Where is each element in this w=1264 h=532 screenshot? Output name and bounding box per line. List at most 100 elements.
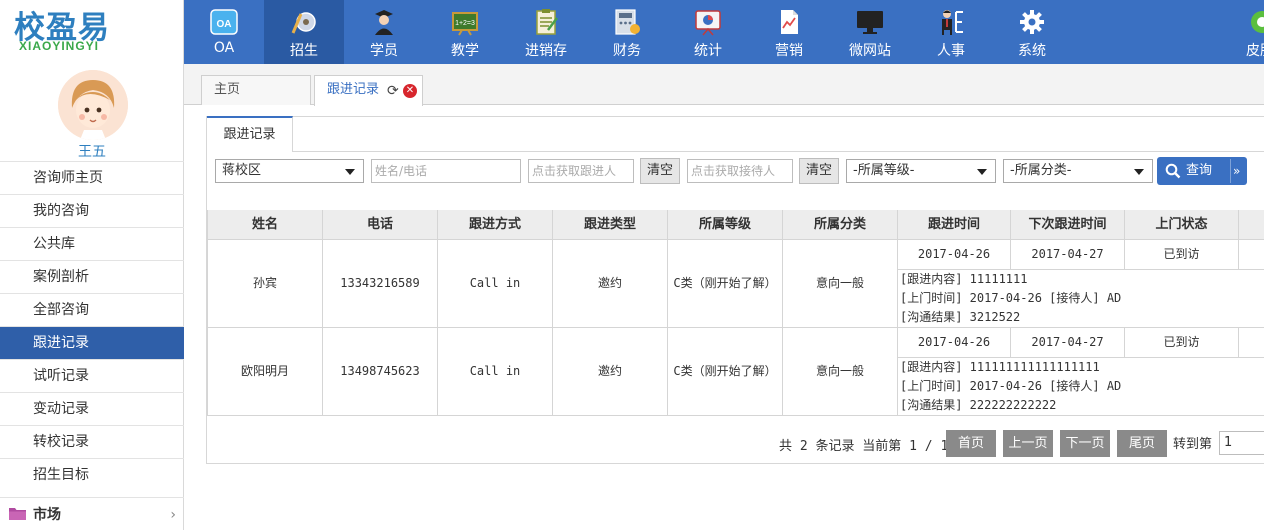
nav-item-finance[interactable]: 财务 [587, 0, 667, 64]
chevron-down-icon [977, 169, 987, 175]
nav-item-label: 学员 [370, 43, 398, 59]
receiver-input[interactable]: 点击获取接待人 [687, 159, 793, 183]
nav-item-label: 微网站 [849, 43, 891, 59]
sidebar-item-follow-records[interactable]: 跟进记录 [0, 326, 184, 359]
follow-detail-visit: [上门时间] 2017-04-26 [接待人] AD [900, 379, 1122, 393]
table-cell-name: 欧阳明月 [207, 328, 323, 416]
nav-item-teaching[interactable]: 1+2=3 教学 [425, 0, 505, 64]
personnel-icon [942, 10, 963, 35]
table-header-follow-time: 跟进时间 [898, 210, 1011, 240]
page-tab-label: 跟进记录 [327, 82, 380, 97]
table-cell-category: 意向一般 [783, 328, 898, 416]
name-phone-input[interactable]: 姓名/电话 [371, 159, 521, 183]
clear-receiver-button[interactable]: 清空 [799, 158, 839, 184]
page-tab-bar: 主页 跟进记录 ⟳ ✕ [184, 64, 1264, 106]
user-name[interactable]: 王五 [0, 141, 184, 161]
sidebar: 校盈易 XIAOYINGYI 王五 咨询师主页 我的咨询 公共库 案例剖析 全部… [0, 0, 184, 530]
table-cell-level: C类（刚开始了解） [668, 240, 783, 328]
nav-item-marketing[interactable]: 营销 [749, 0, 829, 64]
chevron-right-icon: › [170, 507, 176, 523]
table-cell-type: 邀约 [553, 240, 668, 328]
table-header-visit-status: 上门状态 [1125, 210, 1239, 240]
nav-item-student[interactable]: 学员 [344, 0, 424, 64]
svg-text:OA: OA [217, 19, 232, 30]
table-cell-type: 邀约 [553, 328, 668, 416]
follow-detail-content: [跟进内容] 11111111 [900, 272, 1028, 286]
brand-logo[interactable]: 校盈易 XIAOYINGYI [0, 0, 184, 64]
nav-item-personnel[interactable]: 人事 [911, 0, 991, 64]
table-cell-next-time: 2017-04-27 [1011, 328, 1125, 358]
sidebar-item-enroll-target[interactable]: 招生目标 [0, 458, 184, 491]
table-cell-follow-time: 2017-04-26 [898, 328, 1011, 358]
nav-item-label: 财务 [613, 43, 641, 59]
table-header-category: 所属分类 [783, 210, 898, 240]
table-cell-follow-time: 2017-04-26 [898, 240, 1011, 270]
nav-item-recruit[interactable]: 招生 [264, 0, 344, 64]
close-icon[interactable]: ✕ [403, 84, 417, 98]
table-header-extra [1239, 210, 1264, 240]
page-tab-home[interactable]: 主页 [201, 75, 311, 105]
sidebar-section-market[interactable]: 市场 › [0, 497, 184, 531]
sidebar-section-label: 市场 [33, 507, 61, 523]
table-cell-visit-status: 已到访 [1125, 240, 1239, 270]
category-select[interactable]: -所属分类- [1003, 159, 1153, 183]
nav-item-statistics[interactable]: 统计 [668, 0, 748, 64]
marketing-icon [781, 10, 798, 34]
prev-page-button[interactable]: 上一页 [1003, 430, 1053, 457]
sidebar-item-my-consult[interactable]: 我的咨询 [0, 194, 184, 227]
chevron-down-icon [345, 169, 355, 175]
clear-follower-button[interactable]: 清空 [640, 158, 680, 184]
monitor-icon [857, 11, 883, 34]
student-icon [375, 10, 393, 35]
follower-input[interactable]: 点击获取跟进人 [528, 159, 634, 183]
next-page-button[interactable]: 下一页 [1060, 430, 1110, 457]
goto-page-input[interactable]: 1 [1219, 431, 1264, 455]
table-cell-method: Call in [438, 328, 553, 416]
refresh-icon[interactable]: ⟳ [387, 77, 399, 105]
avatar[interactable] [58, 70, 128, 140]
campus-select-value: 蒋校区 [222, 163, 262, 178]
sidebar-item-change-records[interactable]: 变动记录 [0, 392, 184, 425]
last-page-button[interactable]: 尾页 [1117, 430, 1167, 457]
nav-item-label: 人事 [937, 43, 965, 59]
oa-icon: OA [210, 9, 238, 35]
query-button-label: 查询 [1186, 163, 1213, 178]
query-button[interactable]: 查询 » [1157, 157, 1247, 185]
nav-item-label: 统计 [694, 43, 722, 59]
table-header-name: 姓名 [207, 210, 323, 240]
table-cell-level: C类（刚开始了解） [668, 328, 783, 416]
table-header-type: 跟进类型 [553, 210, 668, 240]
nav-item-label: 系统 [1018, 43, 1046, 59]
sidebar-item-transfer-records[interactable]: 转校记录 [0, 425, 184, 458]
nav-item-inventory[interactable]: 进销存 [506, 0, 586, 64]
follow-detail: [跟进内容] 11111111 [上门时间] 2017-04-26 [接待人] … [898, 270, 1264, 328]
nav-item-label: 教学 [451, 43, 479, 59]
nav-item-oa[interactable]: OA OA [184, 0, 264, 64]
sidebar-item-all-consult[interactable]: 全部咨询 [0, 293, 184, 326]
subtab-divider [293, 151, 1264, 152]
nav-item-microsite[interactable]: 微网站 [830, 0, 910, 64]
svg-text:1+2=3: 1+2=3 [455, 20, 475, 27]
nav-item-label: 进销存 [525, 43, 567, 59]
table-cell-extra [1239, 240, 1264, 270]
follow-detail-result: [沟通结果] 222222222222 [900, 398, 1057, 412]
subtab-follow-records[interactable]: 跟进记录 [207, 116, 293, 152]
recruit-icon [291, 12, 316, 34]
sidebar-item-case-analysis[interactable]: 案例剖析 [0, 260, 184, 293]
table-cell-phone: 13498745623 [323, 328, 438, 416]
sidebar-item-public-pool[interactable]: 公共库 [0, 227, 184, 260]
campus-select[interactable]: 蒋校区 [215, 159, 364, 183]
finance-icon [615, 9, 640, 35]
follow-detail: [跟进内容] 111111111111111111 [上门时间] 2017-04… [898, 358, 1264, 416]
sidebar-item-consultant-home[interactable]: 咨询师主页 [0, 161, 184, 194]
page-tab-follow-records[interactable]: 跟进记录 ⟳ ✕ [314, 75, 423, 106]
sidebar-item-trial-records[interactable]: 试听记录 [0, 359, 184, 392]
nav-item-system[interactable]: 系统 [992, 0, 1072, 64]
table-cell-category: 意向一般 [783, 240, 898, 328]
page-tab-label: 主页 [214, 82, 241, 97]
expand-more-icon[interactable]: » [1233, 157, 1240, 185]
table-header-phone: 电话 [323, 210, 438, 240]
nav-item-skin[interactable]: 皮肤 [1232, 0, 1264, 64]
level-select[interactable]: -所属等级- [846, 159, 996, 183]
first-page-button[interactable]: 首页 [946, 430, 996, 457]
